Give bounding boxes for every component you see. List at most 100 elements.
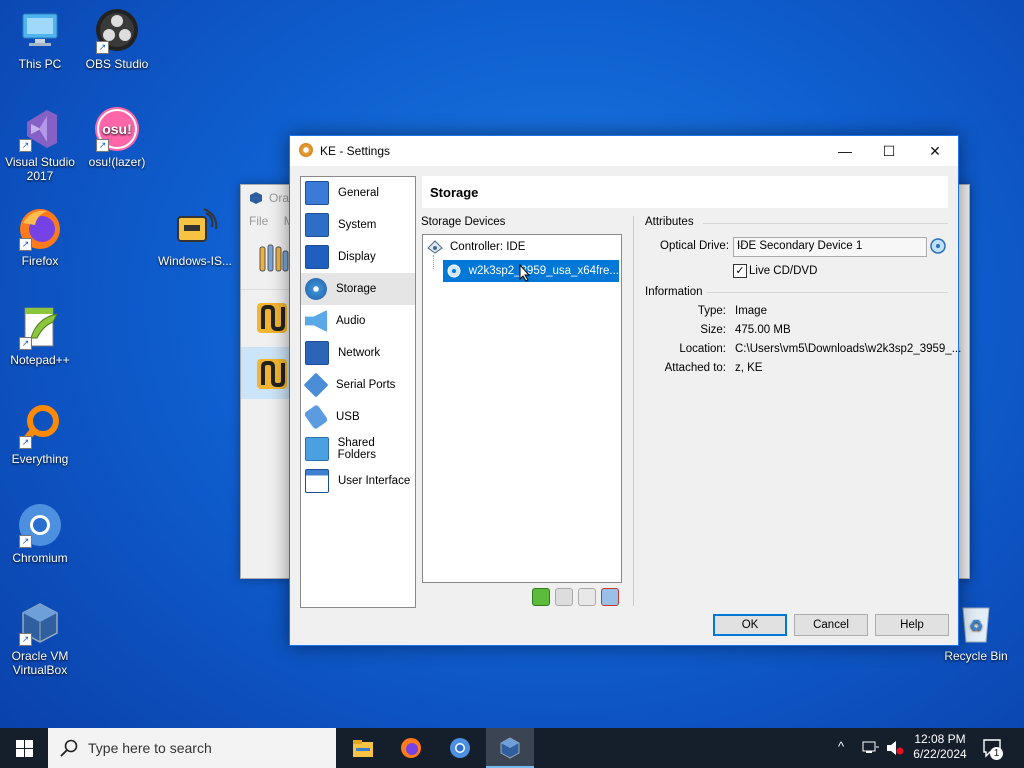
desktop-icon-chromium[interactable]: ↗ Chromium (0, 502, 80, 565)
tools-icon[interactable] (257, 241, 291, 278)
category-network[interactable]: Network (301, 337, 415, 369)
cancel-button[interactable]: Cancel (794, 614, 868, 636)
virtualbox-icon: ↗ (17, 600, 63, 646)
desktop-icon-everything[interactable]: ↗ Everything (0, 403, 80, 466)
remove-controller-icon[interactable] (555, 588, 573, 606)
desktop-icon-visual-studio[interactable]: ↗ Visual Studio 2017 (0, 106, 80, 183)
computer-icon (17, 8, 63, 54)
start-button[interactable] (0, 728, 48, 768)
category-general[interactable]: General (301, 177, 415, 209)
optical-disk-node-selected[interactable]: w2k3sp2_3959_usa_x64fre... (443, 260, 619, 282)
choose-disk-icon[interactable] (929, 237, 947, 255)
settings-dialog[interactable]: KE - Settings — ☐ ✕ General System Displ… (289, 135, 962, 646)
desktop-icon-obs-studio[interactable]: ↗ OBS Studio (77, 8, 157, 71)
desktop-icon-label: Firefox (21, 254, 59, 268)
taskbar-firefox[interactable] (387, 728, 435, 768)
add-controller-icon[interactable] (532, 588, 550, 606)
folder-icon (305, 437, 329, 461)
ok-button[interactable]: OK (713, 614, 787, 636)
info-size-key: Size: (700, 324, 726, 336)
optical-drive-select[interactable]: IDE Secondary Device 1 ⌵ (733, 237, 927, 257)
chevron-down-icon: ⌵ (737, 239, 745, 250)
category-shared-folders[interactable]: Shared Folders (301, 433, 415, 465)
dialog-title: KE - Settings (320, 144, 391, 158)
info-type-key: Type: (697, 305, 726, 317)
recycle-bin-icon: ♻ (953, 600, 999, 646)
category-display[interactable]: Display (301, 241, 415, 273)
close-button[interactable]: ✕ (912, 136, 958, 166)
category-usb[interactable]: USB (301, 401, 415, 433)
minimize-button[interactable]: — (822, 136, 868, 166)
user-interface-window-icon (305, 469, 329, 493)
add-attachment-icon[interactable] (578, 588, 596, 606)
shortcut-arrow-icon: ↗ (19, 535, 32, 548)
info-attached-value: z, KE (735, 362, 763, 374)
storage-device-tree[interactable]: Controller: IDE w2k3sp2_3959_usa_x64fre.… (422, 234, 622, 583)
notepad-plus-plus-icon: ↗ (17, 304, 63, 350)
vm-os-icon (257, 303, 287, 333)
storage-disk-icon (305, 278, 327, 300)
controller-ide-node[interactable]: Controller: IDE (427, 239, 525, 255)
help-button[interactable]: Help (875, 614, 949, 636)
magnifier-icon: ↗ (17, 403, 63, 449)
osu-icon: osu! ↗ (94, 106, 140, 152)
remove-attachment-icon[interactable] (601, 588, 619, 606)
desktop-icon-this-pc[interactable]: This PC (0, 8, 80, 71)
desktop-icon-label: Chromium (12, 551, 68, 565)
desktop-icon-windows-is[interactable]: Windows-IS... (155, 205, 235, 268)
volume-muted-icon[interactable] (886, 741, 904, 755)
live-cd-checkbox[interactable]: ✓ (733, 264, 747, 278)
desktop-icon-firefox[interactable]: ↗ Firefox (0, 205, 80, 268)
dialog-titlebar[interactable]: KE - Settings — ☐ ✕ (290, 136, 958, 166)
chromium-icon: ↗ (17, 502, 63, 548)
vm-list-item[interactable] (241, 291, 291, 343)
network-icon[interactable] (862, 741, 880, 755)
virtualbox-icon (250, 192, 262, 204)
firefox-icon: ↗ (17, 205, 63, 251)
maximize-button[interactable]: ☐ (866, 136, 912, 166)
desktop-icon-label: osu!(lazer) (88, 155, 146, 169)
taskbar-file-explorer[interactable] (339, 728, 387, 768)
menu-file[interactable]: File (249, 214, 268, 228)
clock[interactable]: 12:08 PM 6/22/2024 (912, 732, 968, 762)
desktop-icon-label: OBS Studio (85, 57, 149, 71)
taskbar-virtualbox-active[interactable] (486, 728, 534, 768)
vm-list-item-selected[interactable] (241, 347, 291, 399)
chevron-up-icon[interactable]: ^ (838, 739, 844, 754)
taskbar-chromium[interactable] (436, 728, 484, 768)
notification-center-button[interactable]: 1 (982, 737, 1004, 762)
shortcut-arrow-icon: ↗ (96, 41, 109, 54)
category-label: General (338, 187, 379, 199)
category-storage[interactable]: Storage (301, 273, 415, 305)
notification-badge: 1 (990, 747, 1003, 760)
category-audio[interactable]: Audio (301, 305, 415, 337)
category-label: Storage (336, 283, 377, 295)
desktop-icon-label: Windows-IS... (157, 254, 232, 268)
category-system[interactable]: System (301, 209, 415, 241)
info-location-value: C:\Users\vm5\Downloads\w2k3sp2_3959_... (735, 343, 962, 355)
desktop-icon-label: Everything (11, 452, 69, 466)
virtualbox-icon (500, 737, 520, 759)
general-icon (305, 181, 329, 205)
info-attached-key: Attached to: (664, 362, 726, 374)
category-serial-ports[interactable]: Serial Ports (301, 369, 415, 401)
shortcut-arrow-icon: ↗ (96, 139, 109, 152)
desktop-icon-notepad-plus-plus[interactable]: ↗ Notepad++ (0, 304, 80, 367)
category-label: Audio (336, 315, 366, 327)
firefox-icon (401, 738, 421, 758)
shortcut-arrow-icon: ↗ (19, 337, 32, 350)
desktop-icon-osu[interactable]: osu! ↗ osu!(lazer) (77, 106, 157, 169)
ide-controller-icon (427, 240, 443, 254)
page-title: Storage (430, 185, 479, 200)
panel-splitter[interactable] (633, 216, 634, 606)
desktop-icon-virtualbox[interactable]: ↗ Oracle VM VirtualBox (0, 600, 80, 677)
category-user-interface[interactable]: User Interface (301, 465, 415, 497)
clock-date: 6/22/2024 (913, 747, 967, 761)
info-type-value: Image (735, 305, 767, 317)
clock-time: 12:08 PM (914, 732, 966, 746)
category-label: Network (338, 347, 381, 359)
file-explorer-icon (353, 740, 373, 757)
vm-os-icon (257, 359, 287, 389)
osu-logo-text: osu! (102, 121, 132, 137)
taskbar-search-box[interactable]: Type here to search (48, 728, 336, 768)
